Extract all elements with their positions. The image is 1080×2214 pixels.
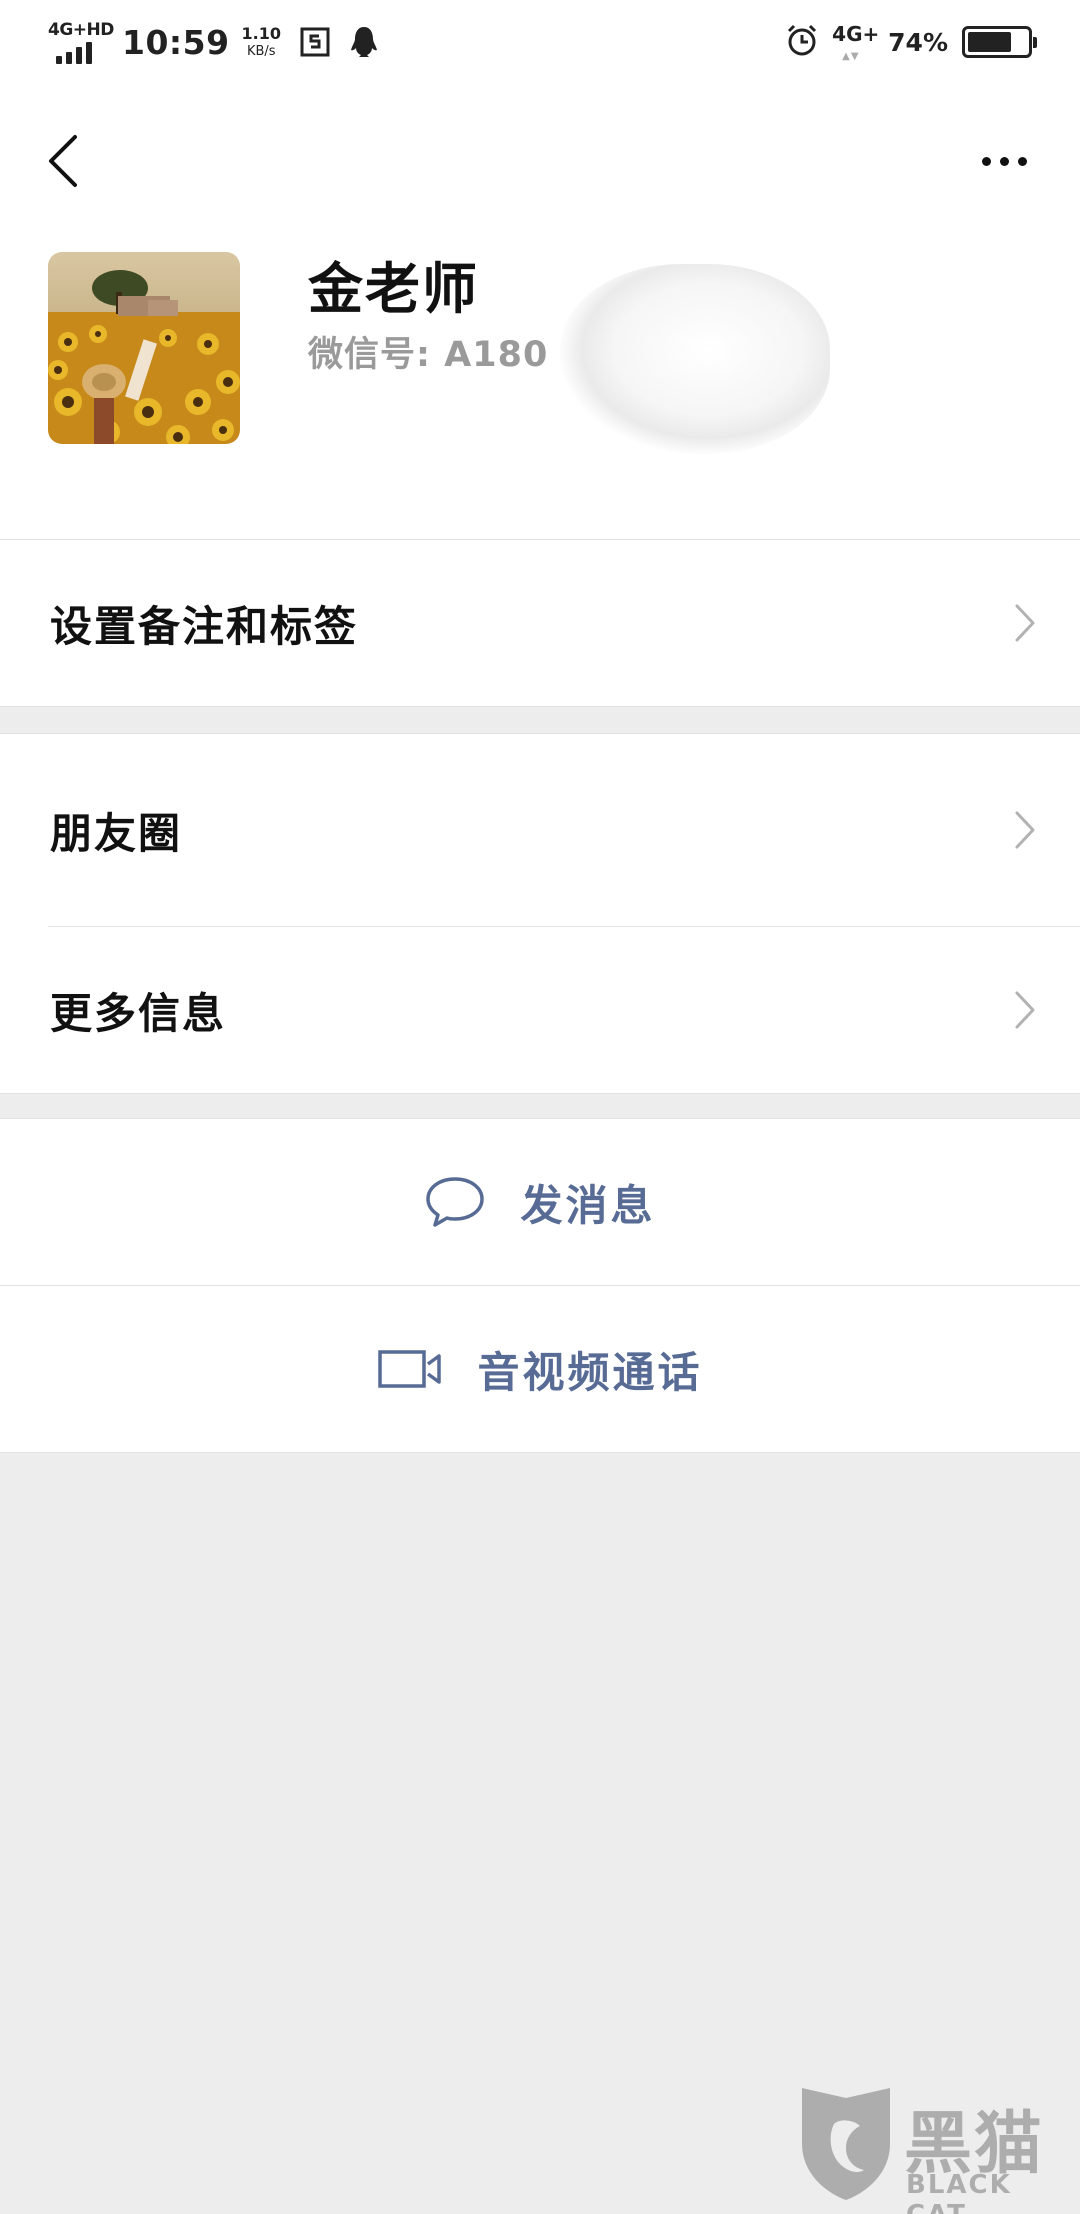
chevron-left-icon [49, 135, 77, 187]
cat-shield-icon [802, 2088, 890, 2200]
battery-percent: 74% [888, 27, 948, 57]
network-speed: 1.10 KB/s [241, 24, 282, 59]
wechat-id: 微信号: A180 [308, 335, 549, 375]
send-message-button[interactable]: 发消息 [0, 1119, 1080, 1285]
profile-name: 金老师 [308, 257, 480, 321]
chevron-right-icon [1015, 811, 1035, 849]
chevron-right-icon [1015, 991, 1035, 1029]
avatar[interactable] [48, 252, 240, 444]
video-call-button[interactable]: 音视频通话 [0, 1286, 1080, 1452]
back-button[interactable] [34, 126, 90, 196]
remarks-group: 设置备注和标签 [0, 539, 1080, 707]
battery-icon [962, 26, 1037, 58]
more-info-label: 更多信息 [50, 988, 227, 1038]
chat-bubble-icon [426, 1177, 485, 1227]
qq-penguin-icon [349, 25, 379, 59]
mobile-data-icon: 4G+ ▲▼ [832, 22, 880, 62]
moments-item[interactable]: 朋友圈 [0, 734, 1080, 926]
alarm-icon [784, 22, 820, 62]
watermark-subtitle: BLACK CAT [906, 2170, 1012, 2214]
video-camera-icon [378, 1350, 442, 1388]
chevron-right-icon [1015, 604, 1035, 642]
actions-group: 发消息 音视频通话 [0, 1118, 1080, 1453]
screenshot-app-icon [299, 26, 331, 58]
network-speed-value: 1.10 [241, 24, 282, 43]
video-call-label: 音视频通话 [477, 1347, 703, 1397]
network-type-label-right: 4G+ [832, 22, 880, 46]
info-group: 朋友圈 更多信息 [0, 733, 1080, 1094]
status-time: 10:59 [122, 22, 230, 62]
profile-header: 金老师 微信号: A180 [0, 84, 1080, 540]
black-cat-watermark: 黑猫 BLACK CAT [796, 2084, 1066, 2214]
more-dots-icon [981, 156, 991, 166]
remarks-and-tags-item[interactable]: 设置备注和标签 [0, 540, 1080, 706]
more-button[interactable] [968, 136, 1040, 186]
remarks-and-tags-label: 设置备注和标签 [50, 601, 359, 651]
avatar-image [48, 252, 240, 444]
send-message-label: 发消息 [520, 1180, 656, 1230]
network-speed-unit: KB/s [246, 44, 276, 59]
status-bar: 4G+HD 10:59 1.10 KB/s 4G+ ▲▼ 74% [0, 0, 1080, 84]
network-type-label: 4G+HD [48, 20, 114, 40]
moments-label: 朋友圈 [50, 808, 183, 858]
more-info-item[interactable]: 更多信息 [0, 927, 1080, 1093]
signal-icon: 4G+HD [48, 20, 114, 64]
redaction-scribble [560, 264, 830, 454]
